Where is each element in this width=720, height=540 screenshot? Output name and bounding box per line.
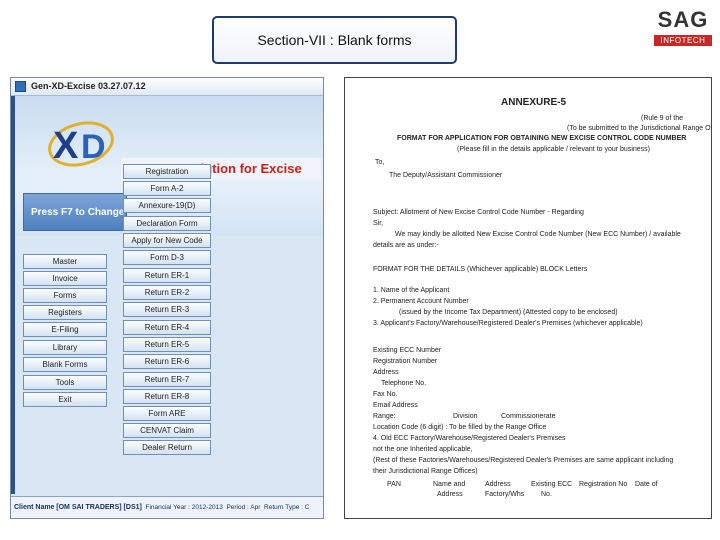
- doc-table-header: PAN: [387, 481, 401, 488]
- doc-line: (Rule 9 of the: [641, 115, 684, 122]
- app-title: Gen-XD-Excise 03.27.07.12: [31, 81, 146, 91]
- logo-main-text: SAG: [657, 7, 709, 32]
- return-er2-button[interactable]: Return ER-2: [123, 285, 211, 300]
- doc-field: Email Address: [373, 402, 418, 409]
- dealer-return-button[interactable]: Dealer Return: [123, 440, 211, 455]
- doc-line: We may kindly be allotted New Excise Con…: [395, 231, 681, 238]
- doc-line: details are as under:-: [373, 242, 439, 249]
- form-a2-button[interactable]: Form A-2: [123, 181, 211, 196]
- section-title-banner: Section-VII : Blank forms: [212, 16, 457, 64]
- doc-line: (Please fill in the details applicable /…: [457, 146, 650, 153]
- menu-registers-button[interactable]: Registers: [23, 305, 107, 320]
- form-d3-button[interactable]: Form D-3: [123, 250, 211, 265]
- svg-text:D: D: [81, 128, 106, 166]
- form-registration-button[interactable]: Registration: [123, 164, 211, 179]
- doc-field: Division: [453, 413, 478, 420]
- return-type: Return Type : C: [264, 504, 310, 511]
- doc-field: Existing ECC Number: [373, 347, 442, 354]
- doc-field: Telephone No.: [381, 380, 427, 387]
- return-er8-button[interactable]: Return ER-8: [123, 389, 211, 404]
- svg-text:X: X: [53, 125, 79, 167]
- xd-logo-icon: X D: [48, 121, 114, 167]
- logo-sub-text: INFOTECH: [654, 35, 712, 46]
- doc-line: Location Code (6 digit) : To be filled b…: [373, 424, 547, 431]
- return-er4-button[interactable]: Return ER-4: [123, 320, 211, 335]
- return-er7-button[interactable]: Return ER-7: [123, 372, 211, 387]
- doc-line: (To be submitted to the Jurisdictional R…: [567, 125, 712, 132]
- app-window: Gen-XD-Excise 03.27.07.12 X D An A to Z …: [10, 77, 324, 519]
- document-title: ANNEXURE-5: [501, 97, 567, 108]
- app-icon: [15, 81, 26, 92]
- menu-master-button[interactable]: Master: [23, 254, 107, 269]
- financial-year: Financial Year : 2012-2013: [145, 504, 223, 511]
- form-apply-new-code-button[interactable]: Apply for New Code: [123, 233, 211, 248]
- menu-blank-forms-button[interactable]: Blank Forms: [23, 357, 107, 372]
- return-er1-button[interactable]: Return ER-1: [123, 268, 211, 283]
- doc-field: Address: [373, 369, 399, 376]
- doc-table-header: Existing ECC: [531, 481, 573, 488]
- menu-library-button[interactable]: Library: [23, 340, 107, 355]
- section-title: Section-VII : Blank forms: [257, 32, 412, 48]
- return-er5-button[interactable]: Return ER-5: [123, 337, 211, 352]
- doc-line: their Jurisdictional Range Offices): [373, 468, 478, 475]
- doc-line: (issued by the Income Tax Department) (A…: [399, 309, 618, 316]
- doc-line: To,: [375, 159, 385, 166]
- client-label: Client Name: [14, 504, 55, 511]
- sag-infotech-logo: SAG INFOTECH: [654, 8, 712, 52]
- cenvat-claim-button[interactable]: CENVAT Claim: [123, 423, 211, 438]
- return-er6-button[interactable]: Return ER-6: [123, 354, 211, 369]
- doc-line: not the one Inherited applicable,: [373, 446, 473, 453]
- doc-line: (Rest of these Factories/Warehouses/Regi…: [373, 457, 674, 464]
- form-annexure-19d-button[interactable]: Annexure-19(D): [123, 198, 211, 213]
- doc-table-header: Date of: [635, 481, 658, 488]
- doc-line: The Deputy/Assistant Commissioner: [389, 172, 503, 179]
- doc-field: Commissionerate: [501, 413, 556, 420]
- doc-table-header: Registration No: [579, 481, 628, 488]
- doc-line: 3. Applicant's Factory/Warehouse/Registe…: [373, 320, 643, 327]
- doc-line: 2. Permanent Account Number: [373, 298, 469, 305]
- menu-exit-button[interactable]: Exit: [23, 392, 107, 407]
- form-declaration-button[interactable]: Declaration Form: [123, 216, 211, 231]
- doc-field: Fax No.: [373, 391, 398, 398]
- doc-table-header: No.: [541, 491, 552, 498]
- client-value: [OM SAI TRADERS] [DS1]: [56, 504, 142, 511]
- doc-line: 1. Name of the Applicant: [373, 287, 450, 294]
- menu-tools-button[interactable]: Tools: [23, 375, 107, 390]
- doc-table-header: Name and: [433, 481, 466, 488]
- status-bar: Client Name [OM SAI TRADERS] [DS1] Finan…: [11, 496, 323, 518]
- menu-efiling-button[interactable]: E-Filing: [23, 322, 107, 337]
- doc-table-header: Factory/Whs: [485, 491, 525, 498]
- doc-table-header: Address: [485, 481, 511, 488]
- blank-form-document: ANNEXURE-5 (Rule 9 of the (To be submitt…: [344, 77, 712, 519]
- doc-field: Registration Number: [373, 358, 438, 365]
- period: Period : Apr: [226, 504, 261, 511]
- doc-table-header: Address: [437, 491, 463, 498]
- doc-line: Sir,: [373, 220, 384, 227]
- menu-forms-button[interactable]: Forms: [23, 288, 107, 303]
- press-f7-banner[interactable]: Press F7 to Change: [23, 193, 127, 231]
- menu-invoice-button[interactable]: Invoice: [23, 271, 107, 286]
- doc-line: Subject: Allotment of New Excise Control…: [373, 209, 584, 216]
- return-er3-button[interactable]: Return ER-3: [123, 302, 211, 317]
- doc-line: FORMAT FOR THE DETAILS (Whichever applic…: [373, 266, 588, 273]
- app-titlebar: Gen-XD-Excise 03.27.07.12: [11, 78, 323, 96]
- form-are-button[interactable]: Form ARE: [123, 406, 211, 421]
- doc-field: Range:: [373, 413, 396, 420]
- doc-line: 4. Old ECC Factory/Warehouse/Registered …: [373, 435, 566, 442]
- doc-heading: FORMAT FOR APPLICATION FOR OBTAINING NEW…: [397, 135, 687, 142]
